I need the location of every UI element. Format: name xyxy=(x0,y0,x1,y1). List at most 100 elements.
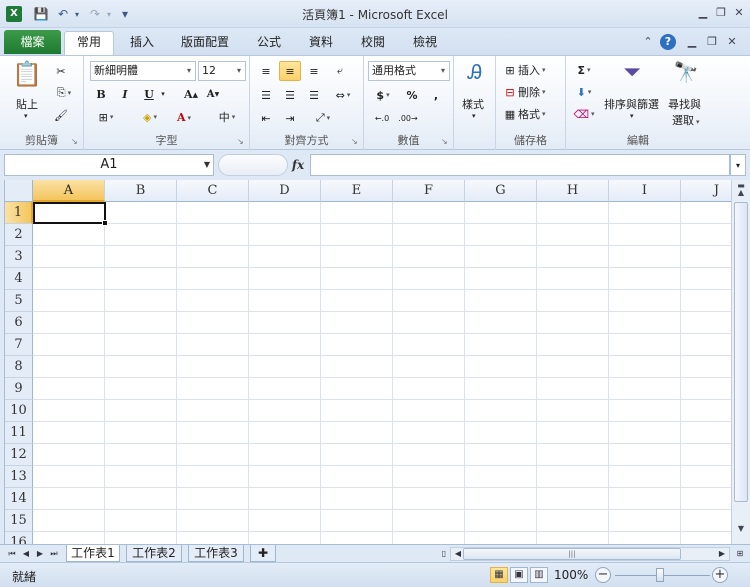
tab-formulas[interactable]: 公式 xyxy=(248,32,290,55)
row-header[interactable]: 13 xyxy=(5,466,33,488)
name-box[interactable]: A1 ▼ xyxy=(4,154,214,176)
paste-dropdown-icon[interactable]: ▾ xyxy=(24,112,28,120)
next-sheet-icon[interactable]: ▶ xyxy=(34,547,46,561)
zoom-slider-thumb[interactable] xyxy=(656,568,664,582)
clear-icon[interactable]: ⌫ ▾ xyxy=(570,105,598,123)
sort-filter-dropdown-icon[interactable]: ▾ xyxy=(630,112,634,120)
page-layout-view-icon[interactable]: ▣ xyxy=(510,567,528,583)
column-header[interactable]: G xyxy=(465,180,537,202)
horizontal-scrollbar[interactable]: ||| xyxy=(450,547,730,561)
font-launcher-icon[interactable]: ↘ xyxy=(237,137,246,146)
font-size-combo[interactable]: 12 ▾ xyxy=(198,61,246,81)
worksheet-grid[interactable]: A B C D E F G H I J 1 2 3 4 5 6 7 8 9 10 11 12 13 14 15 16 xyxy=(4,180,731,544)
vertical-scrollbar[interactable]: ▬ ▲ ▼ xyxy=(731,180,750,544)
row-header[interactable]: 8 xyxy=(5,356,33,378)
row-header[interactable]: 7 xyxy=(5,334,33,356)
find-select-label-1[interactable]: 尋找與 xyxy=(668,96,701,112)
prev-sheet-icon[interactable]: ◀ xyxy=(20,547,32,561)
zoom-level[interactable]: 100% xyxy=(554,568,588,582)
increase-decimal-icon[interactable]: ←.0 xyxy=(370,108,394,128)
minimize-icon[interactable]: ▁ xyxy=(694,5,712,21)
decrease-decimal-icon[interactable]: .00→ xyxy=(396,108,420,128)
tab-view[interactable]: 檢視 xyxy=(404,32,446,55)
font-name-combo[interactable]: 新細明體 ▾ xyxy=(90,61,196,81)
copy-icon[interactable]: ⎘ ▾ xyxy=(50,84,78,102)
format-painter-icon[interactable]: 🖌 xyxy=(50,106,72,124)
workbook-close-icon[interactable]: ✕ xyxy=(724,34,740,50)
font-name-dropdown-icon[interactable]: ▾ xyxy=(183,62,195,80)
column-header[interactable]: J xyxy=(681,180,731,202)
horizontal-scroll-thumb[interactable]: ||| xyxy=(463,548,681,560)
styles-dropdown-icon[interactable]: ▾ xyxy=(472,112,476,120)
column-header[interactable]: B xyxy=(105,180,177,202)
alignment-launcher-icon[interactable]: ↘ xyxy=(351,137,360,146)
orientation-icon[interactable]: ⤢ ▾ xyxy=(308,108,338,128)
increase-indent-icon[interactable]: ⇥ xyxy=(280,108,300,128)
bold-button[interactable]: B xyxy=(92,85,110,103)
styles-button-label[interactable]: 樣式 xyxy=(462,96,484,112)
page-break-preview-icon[interactable]: ▥ xyxy=(530,567,548,583)
underline-button[interactable]: U xyxy=(140,85,158,103)
minimize-ribbon-icon[interactable]: ⌃ xyxy=(640,34,656,50)
formula-input[interactable] xyxy=(310,154,730,176)
tab-data[interactable]: 資料 xyxy=(300,32,342,55)
align-right-icon[interactable]: ☰ xyxy=(304,85,324,105)
scroll-down-icon[interactable]: ▼ xyxy=(734,524,748,536)
comma-button[interactable]: , xyxy=(426,85,446,105)
split-box-horizontal[interactable]: ⊞ xyxy=(734,547,746,561)
workbook-restore-icon[interactable]: ❐ xyxy=(704,34,720,50)
sort-filter-label[interactable]: 排序與篩選 xyxy=(604,96,659,112)
format-cells-button[interactable]: ▦ 格式 ▾ xyxy=(502,105,562,123)
align-middle-icon[interactable]: ≡ xyxy=(279,61,301,81)
align-center-icon[interactable]: ☰ xyxy=(280,85,300,105)
row-header[interactable]: 5 xyxy=(5,290,33,312)
row-header[interactable]: 14 xyxy=(5,488,33,510)
column-header[interactable]: A xyxy=(33,180,105,202)
number-format-dropdown-icon[interactable]: ▾ xyxy=(437,62,449,80)
row-header[interactable]: 11 xyxy=(5,422,33,444)
name-box-dropdown-icon[interactable]: ▼ xyxy=(204,155,210,175)
close-icon[interactable]: ✕ xyxy=(730,5,748,21)
fill-color-icon[interactable]: ◈ ▾ xyxy=(136,108,164,126)
row-header[interactable]: 3 xyxy=(5,246,33,268)
font-color-icon[interactable]: A ▾ xyxy=(170,108,198,126)
column-header[interactable]: C xyxy=(177,180,249,202)
tab-insert[interactable]: 插入 xyxy=(120,32,164,55)
fill-handle[interactable] xyxy=(102,220,108,226)
row-header[interactable]: 1 xyxy=(5,202,33,224)
tab-split-handle[interactable]: ▯ xyxy=(438,547,450,561)
font-size-dropdown-icon[interactable]: ▾ xyxy=(233,62,245,80)
currency-button[interactable]: $ ▾ xyxy=(370,85,396,105)
active-cell[interactable] xyxy=(33,202,106,224)
find-select-icon[interactable]: 🔭 xyxy=(670,60,702,84)
autosum-button[interactable]: Σ ▾ xyxy=(570,61,598,79)
row-header[interactable]: 10 xyxy=(5,400,33,422)
underline-dropdown-icon[interactable]: ▾ xyxy=(158,85,168,103)
phonetic-guide-button[interactable]: 中 ▾ xyxy=(212,108,242,126)
grow-font-button[interactable]: A ▲ xyxy=(182,85,200,103)
clipboard-launcher-icon[interactable]: ↘ xyxy=(71,137,80,146)
sheet-tab-2[interactable]: 工作表2 xyxy=(126,545,182,562)
sheet-tab-3[interactable]: 工作表3 xyxy=(188,545,244,562)
sheet-tab-1[interactable]: 工作表1 xyxy=(66,545,120,562)
delete-cells-button[interactable]: ⊟ 刪除 ▾ xyxy=(502,83,562,101)
find-select-label-2[interactable]: 選取 ▾ xyxy=(672,112,700,128)
help-icon[interactable]: ? xyxy=(660,34,676,50)
column-header[interactable]: F xyxy=(393,180,465,202)
first-sheet-icon[interactable]: ⏮ xyxy=(6,547,18,561)
fill-icon[interactable]: ⬇ ▾ xyxy=(570,83,598,101)
borders-icon[interactable]: ⊞ ▾ xyxy=(92,108,120,126)
scroll-up-icon[interactable]: ▲ xyxy=(734,188,748,200)
column-header[interactable]: E xyxy=(321,180,393,202)
row-header[interactable]: 9 xyxy=(5,378,33,400)
styles-icon[interactable]: Ꭿ xyxy=(460,60,490,84)
align-top-icon[interactable]: ≡ xyxy=(256,61,276,81)
zoom-out-icon[interactable]: − xyxy=(595,567,611,583)
scroll-left-icon[interactable]: ◀ xyxy=(452,547,464,561)
paste-button-label[interactable]: 貼上 xyxy=(16,96,38,112)
number-format-combo[interactable]: 通用格式 ▾ xyxy=(368,61,450,81)
insert-function-icon[interactable]: fx xyxy=(287,154,309,176)
wrap-text-icon[interactable]: ⤶ xyxy=(330,61,350,81)
row-header[interactable]: 16 xyxy=(5,532,33,544)
insert-sheet-icon[interactable]: ✚ xyxy=(250,545,276,562)
